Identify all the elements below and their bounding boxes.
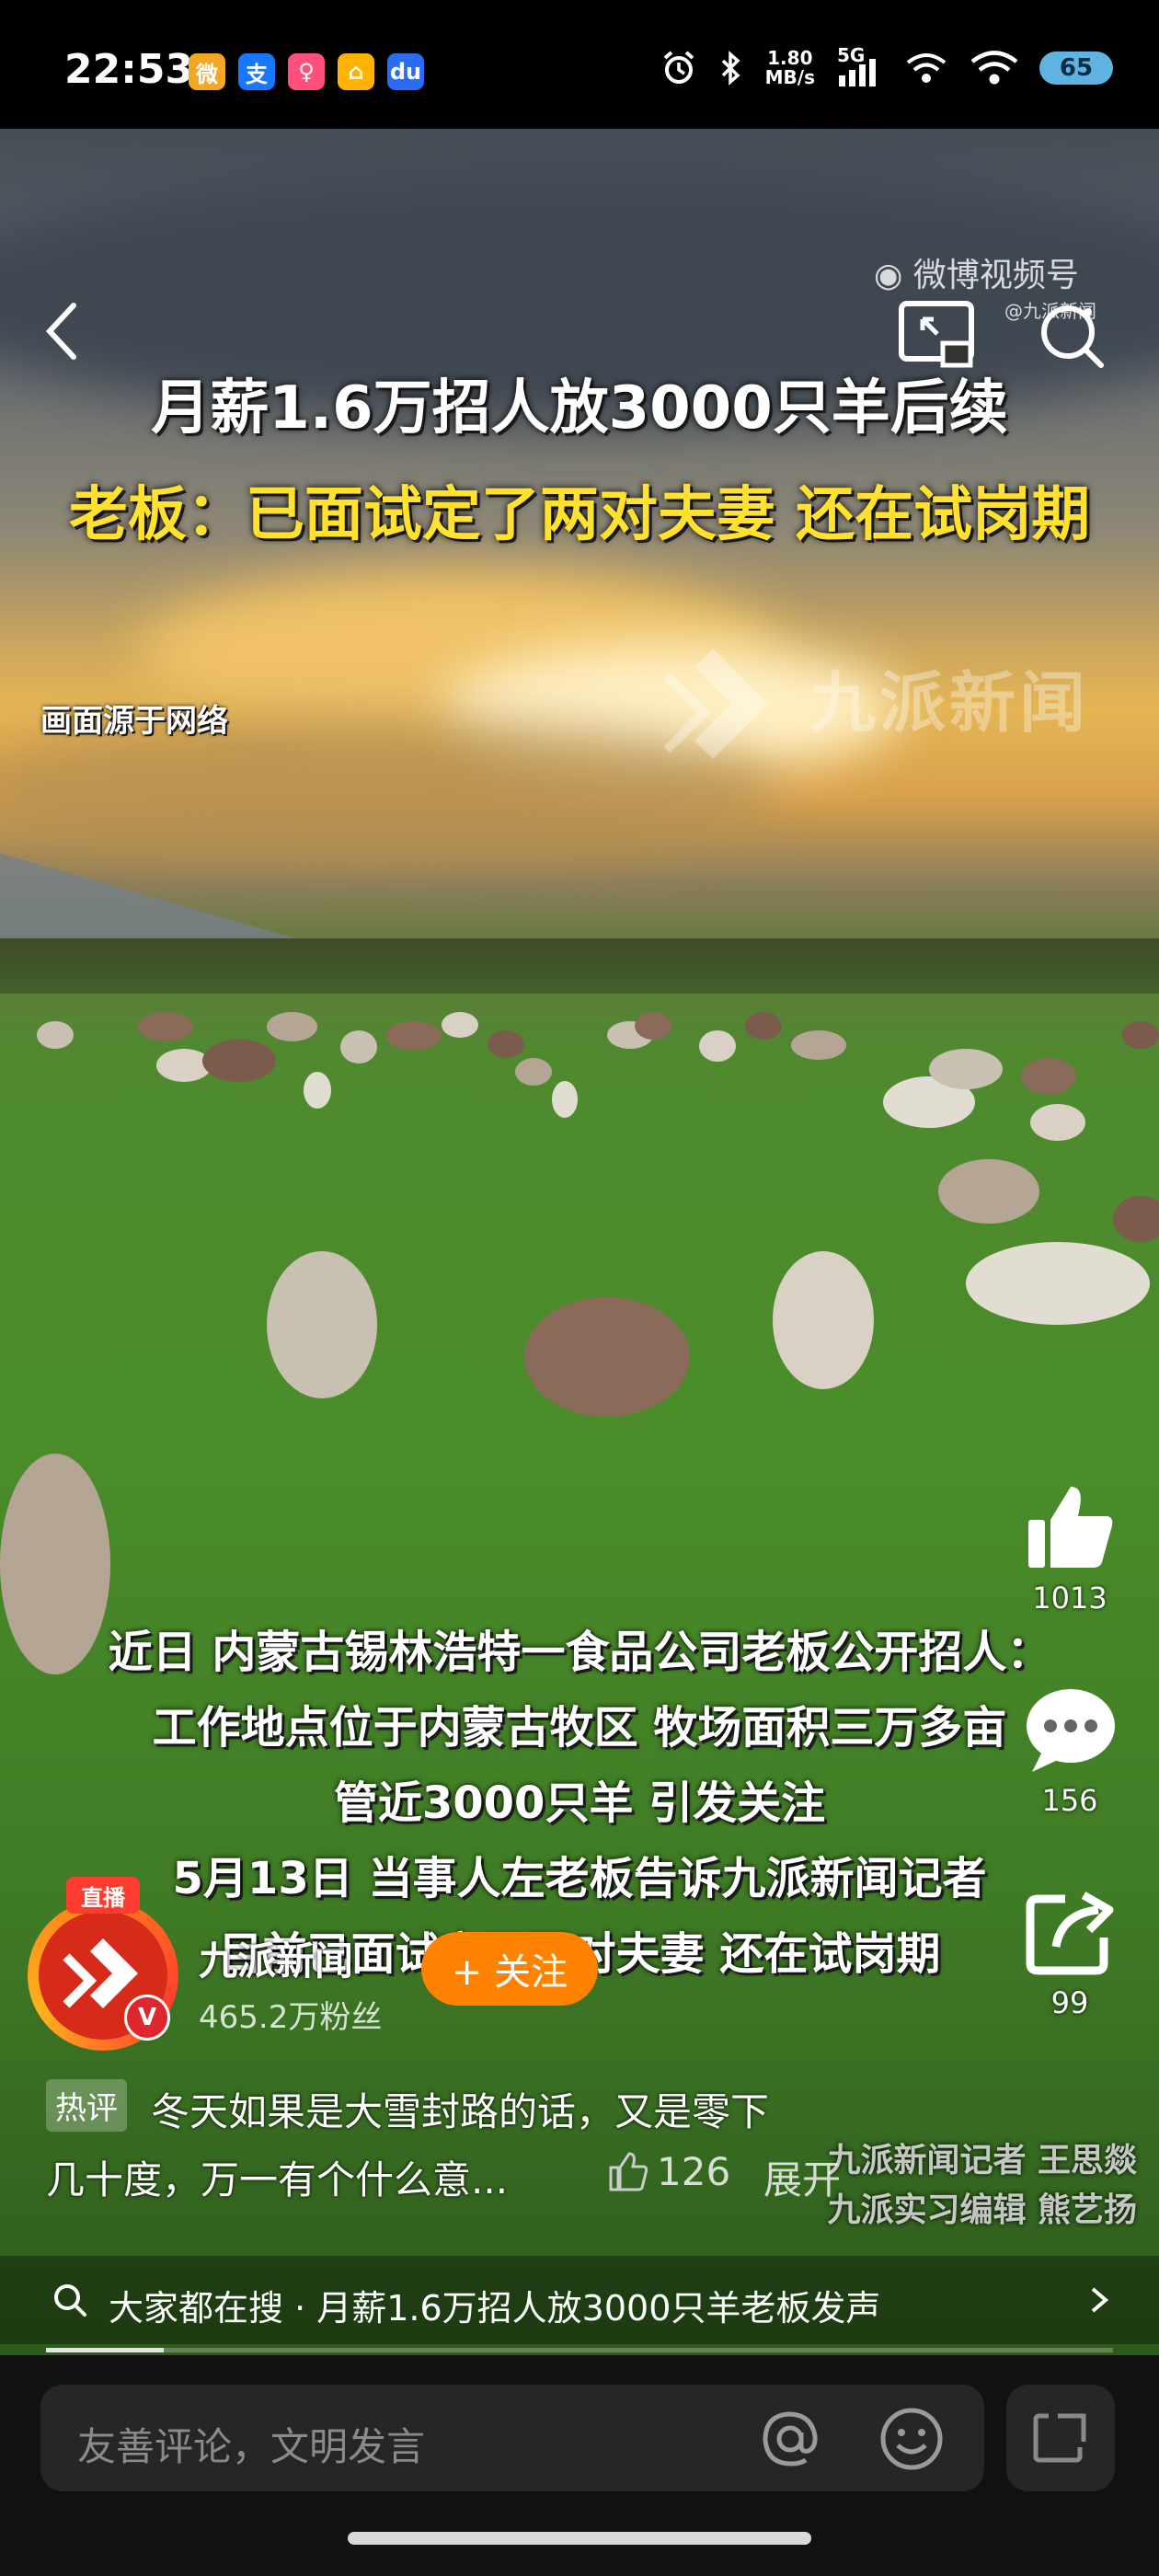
- sheep: [1030, 1104, 1085, 1141]
- alarm-icon: [663, 51, 694, 84]
- subtitle-line: 近日 内蒙古锡林浩特一食品公司老板公开招人：: [108, 1627, 1051, 1678]
- sheep: [1122, 1021, 1159, 1049]
- comment-input[interactable]: 友善评论，文明发言: [40, 2385, 984, 2491]
- sheep: [37, 1021, 74, 1049]
- subtitle-line: 工作地点位于内蒙古牧区 牧场面积三万多亩: [152, 1702, 1007, 1754]
- status-right-cluster: 1.80 MB/s 5G 65: [660, 44, 1113, 88]
- video-headline-2: 老板：已面试定了两对夫妻 还在试岗期: [68, 481, 1091, 549]
- share-count: 99: [1050, 1985, 1089, 2020]
- expand-comment-link[interactable]: 展开: [763, 2149, 841, 2205]
- network-speed-unit: MB/s: [764, 66, 815, 88]
- sheep: [488, 1030, 524, 1058]
- verified-badge: V: [124, 1995, 170, 2041]
- hot-comment-text-2[interactable]: 几十度，万一有个什么意...: [46, 2149, 508, 2205]
- wifi-icon: [970, 51, 1018, 85]
- sheep: [929, 1049, 1003, 1089]
- fullscreen-button[interactable]: [1006, 2385, 1115, 2491]
- cellular-signal: 5G: [835, 44, 883, 88]
- video-headline-1: 月薪1.6万招人放3000只羊后续: [151, 374, 1008, 443]
- watermark-handle: @九派新闻: [1004, 300, 1096, 322]
- sheep: [267, 1251, 377, 1398]
- treeline: [0, 938, 1159, 994]
- network-speed: 1.80 MB/s: [765, 49, 815, 87]
- follow-button[interactable]: + 关注: [421, 1932, 598, 2006]
- mention-icon[interactable]: [758, 2407, 822, 2471]
- credit-line: 九派实习编辑 熊艺扬: [827, 2191, 1137, 2229]
- weibo-eye-icon: ◉: [874, 257, 903, 294]
- video-progress-bar[interactable]: [46, 2348, 1113, 2352]
- sheep: [442, 1012, 478, 1038]
- share-icon: [1026, 1892, 1114, 1975]
- thumbs-up-outline-icon: [609, 2151, 648, 2191]
- chevron-right-icon: [1091, 2287, 1109, 2313]
- hot-comment-text-1[interactable]: 冬天如果是大雪封路的话，又是零下: [151, 2081, 769, 2137]
- home-indicator[interactable]: [348, 2532, 811, 2545]
- subtitle-line: 5月13日 当事人左老板告诉九派新闻记者: [172, 1853, 987, 1904]
- live-badge: 直播: [66, 1877, 140, 1914]
- sheep: [340, 1030, 377, 1064]
- cellular-signal-icon: [839, 59, 876, 86]
- fullscreen-icon: [1033, 2413, 1086, 2463]
- sheep: [791, 1030, 846, 1060]
- hot-comment-like-count: 126: [657, 2149, 731, 2194]
- comment-action[interactable]: 156: [1015, 1684, 1125, 1818]
- sheep: [966, 1242, 1150, 1325]
- hot-comment-like[interactable]: 126: [607, 2149, 730, 2194]
- bottle-app-icon: ♀: [288, 53, 325, 90]
- video-progress-fill: [46, 2348, 164, 2352]
- network-speed-value: 1.80: [767, 47, 813, 69]
- image-source-note: 画面源于网络: [40, 703, 228, 740]
- bluetooth-icon: [721, 51, 740, 86]
- baidu-app-icon: du: [387, 53, 424, 90]
- sheep: [267, 1012, 317, 1041]
- comment-count: 156: [1041, 1783, 1098, 1818]
- sheep: [202, 1040, 276, 1082]
- video-player[interactable]: ◉ 微博视频号 @九派新闻 月薪1.6万招人放3000只羊后续 老板：已面试定了…: [0, 129, 1159, 2355]
- emoji-icon[interactable]: [878, 2405, 946, 2473]
- sheep: [304, 1072, 331, 1109]
- alipay-app-icon: 支: [238, 53, 275, 90]
- like-count: 1013: [1032, 1581, 1107, 1616]
- video-subtitles: 近日 内蒙古锡林浩特一食品公司老板公开招人： 工作地点位于内蒙古牧区 牧场面积三万…: [0, 1615, 1159, 1992]
- wifi-secondary-icon: [906, 53, 947, 83]
- sheep: [1021, 1058, 1076, 1095]
- weibo-app-icon: 微: [189, 53, 225, 90]
- notification-app-icons: 微支 ♀ ⌂ du: [189, 53, 424, 90]
- sheep: [699, 1030, 736, 1062]
- search-small-icon: [54, 2284, 86, 2317]
- like-action[interactable]: 1013: [1015, 1481, 1125, 1616]
- status-bar: 22:53 微支 ♀ ⌂ du 1.80 MB/s 5G 65: [0, 0, 1159, 129]
- share-action[interactable]: 99: [1015, 1886, 1125, 2020]
- sheep: [635, 1012, 671, 1040]
- comment-bubble-icon: [1027, 1689, 1115, 1772]
- sheep: [138, 1012, 193, 1041]
- channel-logo-watermark: [663, 649, 768, 759]
- author-name[interactable]: 九派新闻: [199, 1930, 353, 1986]
- weibo-video-watermark: ◉ 微博视频号: [874, 248, 1079, 296]
- channel-watermark: 九派新闻: [809, 664, 1090, 742]
- search-suggestion-bar[interactable]: 大家都在搜 · 月薪1.6万招人放3000只羊老板发声: [0, 2256, 1159, 2344]
- follower-count: 465.2万粉丝: [199, 1999, 383, 2036]
- sheep: [1113, 1196, 1159, 1242]
- sheep: [938, 1159, 1039, 1224]
- car-app-icon: ⌂: [338, 53, 374, 90]
- sheep: [515, 1058, 552, 1086]
- battery-indicator: 65: [1039, 52, 1113, 85]
- sheep: [773, 1251, 874, 1389]
- status-time: 22:53: [64, 46, 194, 93]
- comment-placeholder: 友善评论，文明发言: [77, 2424, 426, 2469]
- sheep: [552, 1081, 578, 1118]
- watermark-brand: 微博视频号: [912, 257, 1079, 294]
- video-credits: 九派新闻记者 王思燚 九派实习编辑 熊艺扬: [827, 2136, 1137, 2236]
- sheep: [386, 1021, 442, 1051]
- thumbs-up-icon: [1028, 1487, 1113, 1568]
- sheep: [745, 1012, 782, 1040]
- subtitle-line: 管近3000只羊 引发关注: [333, 1777, 826, 1829]
- sheep: [524, 1297, 690, 1417]
- search-suggestion-text: 大家都在搜 · 月薪1.6万招人放3000只羊老板发声: [109, 2288, 881, 2329]
- credit-line: 九派新闻记者 王思燚: [827, 2142, 1137, 2179]
- hot-comment-tag: 热评: [46, 2079, 127, 2132]
- back-arrow-icon[interactable]: [37, 294, 92, 368]
